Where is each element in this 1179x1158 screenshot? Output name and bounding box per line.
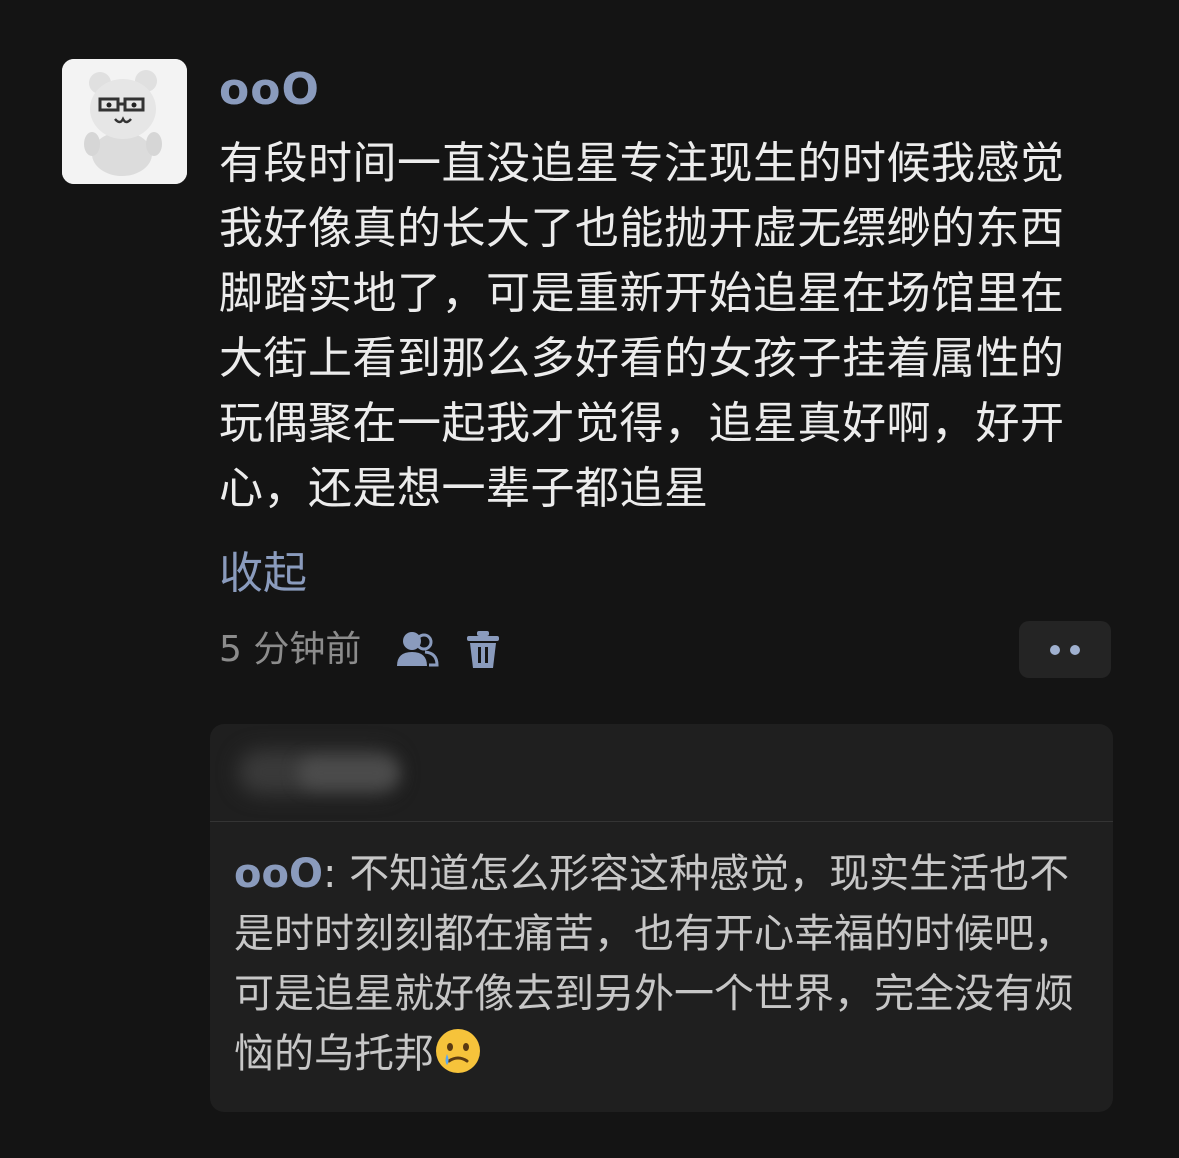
reply-text: 不知道怎么形容这种感觉，现实生活也不是时时刻刻都在痛苦，也有开心幸福的时候吧，可… xyxy=(234,851,1074,1077)
reply-card[interactable]: ooO: 不知道怎么形容这种感觉，现实生活也不是时时刻刻都在痛苦，也有开心幸福的… xyxy=(210,724,1113,1112)
crying-face-emoji-icon xyxy=(434,1027,482,1075)
reply-body: ooO: 不知道怎么形容这种感觉，现实生活也不是时时刻刻都在痛苦，也有开心幸福的… xyxy=(234,844,1084,1084)
post-body-text: 有段时间一直没追星专注现生的时候我感觉我好像真的长大了也能抛开虚无缥缈的东西脚踏… xyxy=(219,138,1065,514)
blurred-username-detail xyxy=(298,758,398,788)
people-icon[interactable] xyxy=(395,628,439,672)
more-dot-icon xyxy=(1050,644,1060,655)
more-dot-icon xyxy=(1070,644,1080,655)
reply-separator: : xyxy=(322,851,350,897)
bear-plush-avatar-icon xyxy=(62,59,187,184)
more-options-button[interactable] xyxy=(1019,621,1111,678)
collapse-link[interactable]: 收起 xyxy=(219,545,307,603)
post-username[interactable]: ooO xyxy=(219,62,320,118)
avatar[interactable] xyxy=(62,59,187,184)
reply-username[interactable]: ooO xyxy=(234,851,323,897)
post-meta-row: 5 分钟前 xyxy=(219,622,505,678)
trash-icon[interactable] xyxy=(461,628,505,672)
reply-header xyxy=(210,724,1113,822)
post-timestamp: 5 分钟前 xyxy=(219,629,362,670)
